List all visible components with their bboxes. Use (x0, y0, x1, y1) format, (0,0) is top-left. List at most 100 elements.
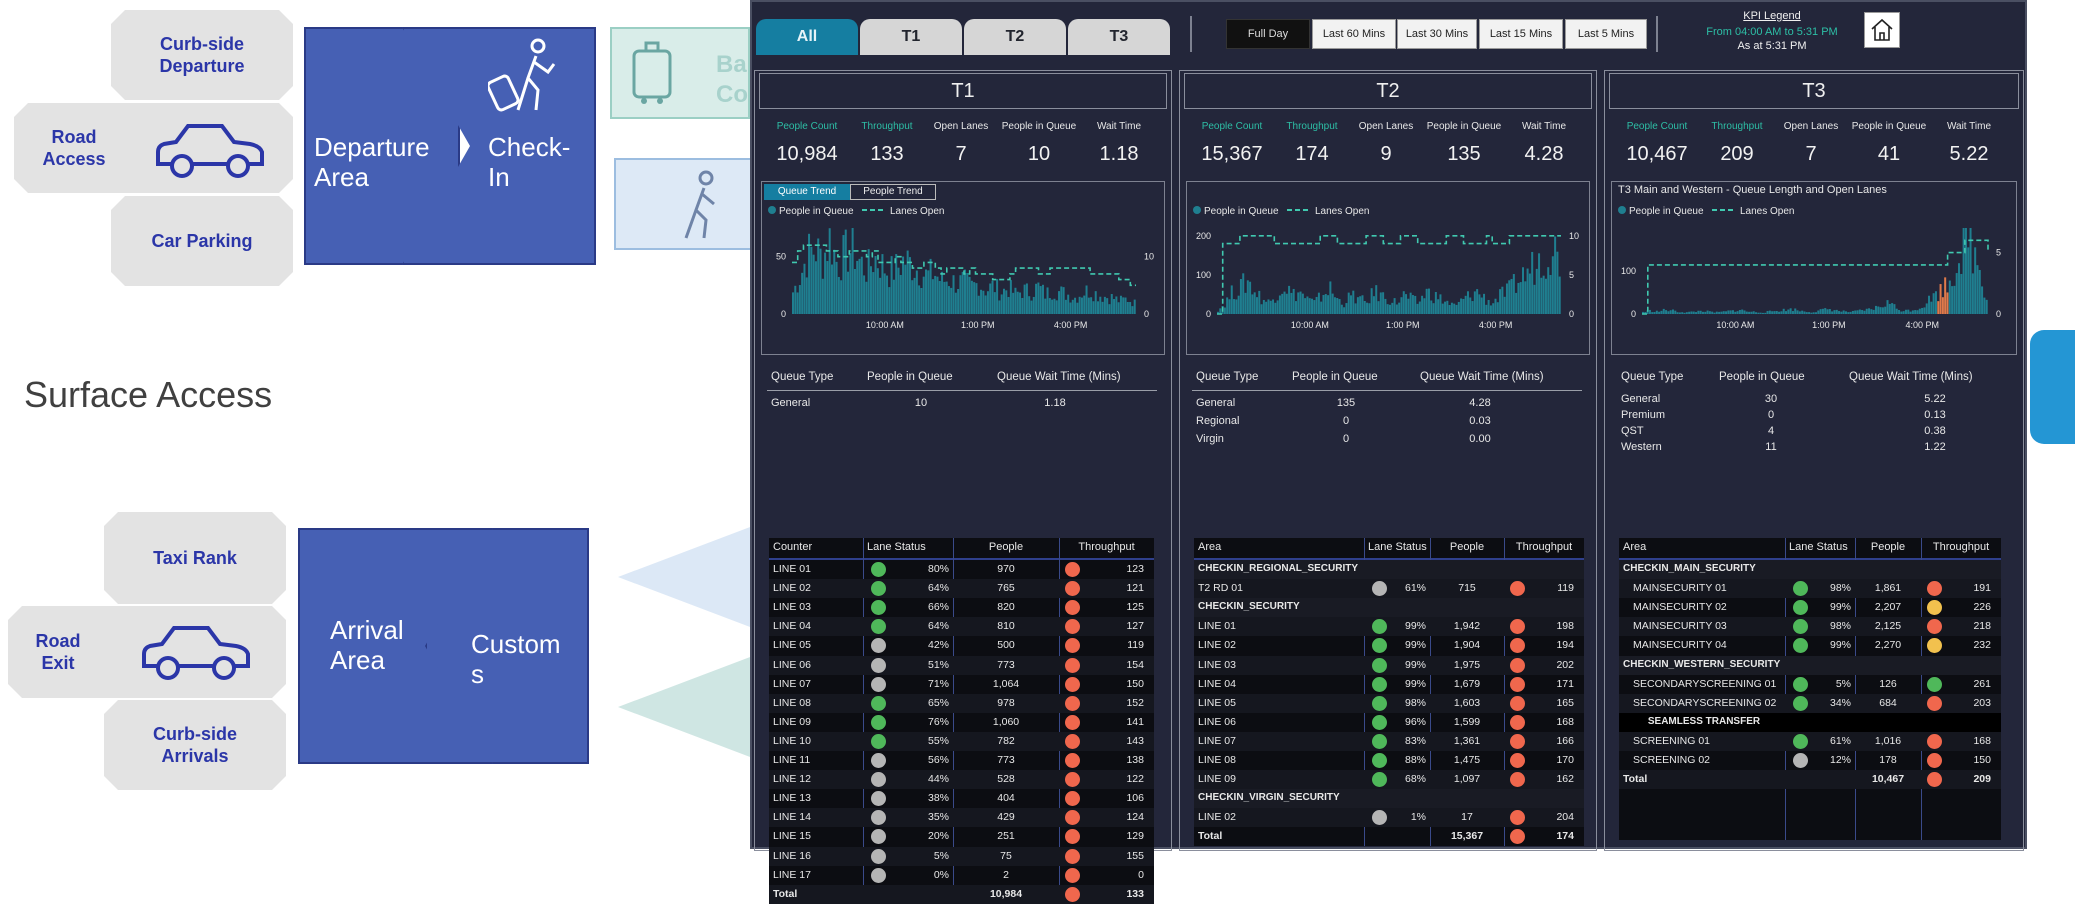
table-row[interactable]: LINE 05 42% 500 119 (769, 636, 1154, 655)
queue-bar (821, 278, 824, 314)
table-total-row[interactable]: Total 10,467 209 (1619, 770, 2001, 790)
queue-bar (1391, 302, 1394, 314)
table-row[interactable]: LINE 04 99% 1,679 171 (1194, 675, 1584, 694)
queue-bar (1434, 292, 1437, 314)
home-button[interactable] (1864, 12, 1900, 48)
lane-status-dot (1793, 638, 1808, 654)
queue-bar (1496, 302, 1499, 314)
queue-bar (1681, 312, 1684, 314)
row-name: Total (773, 887, 798, 900)
queue-bar (1265, 301, 1268, 314)
time-button-last-30[interactable]: Last 30 Mins (1397, 19, 1477, 49)
table-row[interactable]: LINE 10 55% 782 143 (769, 731, 1154, 751)
table-row[interactable]: LINE 08 88% 1,475 170 (1194, 751, 1584, 770)
table-row[interactable]: LINE 03 66% 820 125 (769, 598, 1154, 617)
table-row[interactable]: LINE 11 56% 773 138 (769, 751, 1154, 770)
table-column-header[interactable]: Counter (773, 541, 812, 553)
table-row[interactable]: MAINSECURITY 03 98% 2,125 218 (1619, 617, 2001, 637)
row-name: LINE 14 (773, 811, 811, 824)
table-row[interactable]: MAINSECURITY 02 99% 2,207 226 (1619, 598, 2001, 617)
table-row[interactable]: LINE 02 1% 17 204 (1194, 808, 1584, 828)
table-column-header[interactable]: People (1855, 541, 1921, 553)
table-row[interactable]: LINE 05 98% 1,603 165 (1194, 693, 1584, 713)
time-button-last-60[interactable]: Last 60 Mins (1312, 19, 1396, 49)
table-column-header[interactable]: People (1430, 541, 1504, 553)
table-row[interactable]: LINE 07 83% 1,361 166 (1194, 731, 1584, 751)
queue-bar (1333, 297, 1336, 314)
table-row[interactable]: LINE 01 99% 1,942 198 (1194, 617, 1584, 637)
queue-bar (798, 285, 801, 314)
chart-tab-queue-trend[interactable]: Queue Trend (764, 184, 850, 200)
kpi-legend-link[interactable]: KPI Legend (1672, 10, 1872, 22)
tab-t2[interactable]: T2 (964, 19, 1066, 55)
table-column-header[interactable]: Area (1198, 541, 1221, 553)
table-row[interactable]: LINE 02 64% 765 121 (769, 579, 1154, 599)
table-column-header[interactable]: Throughput (1059, 541, 1154, 553)
queue-bar (1446, 300, 1449, 314)
tab-t1[interactable]: T1 (860, 19, 962, 55)
table-row[interactable]: SECONDARYSCREENING 02 34% 684 203 (1619, 693, 2001, 713)
table-row[interactable]: MAINSECURITY 04 99% 2,270 232 (1619, 636, 2001, 655)
queue-bar (1485, 304, 1488, 314)
queue-bar (837, 276, 840, 314)
table-row[interactable]: LINE 09 68% 1,097 162 (1194, 770, 1584, 790)
table-column-header[interactable]: Area (1623, 541, 1646, 553)
table-column-header[interactable]: Lane Status (1789, 541, 1848, 553)
queue-bar (1402, 291, 1405, 314)
table-row[interactable]: LINE 15 20% 251 129 (769, 827, 1154, 846)
queue-bar (1499, 289, 1502, 314)
table-row[interactable]: LINE 04 64% 810 127 (769, 617, 1154, 637)
table-group-row: CHECKIN_VIRGIN_SECURITY (1194, 789, 1584, 809)
throughput-cell: 166 (1556, 734, 1574, 747)
table-column-header[interactable]: People (953, 541, 1059, 553)
table-row[interactable]: LINE 13 38% 404 106 (769, 789, 1154, 808)
table-column-header[interactable]: Throughput (1921, 541, 2001, 553)
table-row[interactable]: SECONDARYSCREENING 01 5% 126 261 (1619, 675, 2001, 694)
table-row[interactable]: LINE 14 35% 429 124 (769, 808, 1154, 828)
throughput-status-dot (1065, 638, 1080, 654)
throughput-cell: 123 (1126, 563, 1144, 575)
table-total-row[interactable]: Total 15,367 174 (1194, 827, 1584, 846)
table-column-header[interactable]: Lane Status (1368, 541, 1427, 553)
table-row[interactable]: LINE 03 99% 1,975 202 (1194, 655, 1584, 675)
table-total-row[interactable]: Total 10,984 133 (769, 884, 1154, 904)
table-column-header[interactable]: Lane Status (867, 541, 926, 553)
chart-tab-people-trend[interactable]: People Trend (850, 184, 936, 200)
tab-all[interactable]: All (756, 19, 858, 55)
time-button-full-day[interactable]: Full Day (1226, 19, 1310, 49)
lane-status-percent: 99% (1829, 639, 1851, 652)
table-row[interactable]: LINE 12 44% 528 122 (769, 770, 1154, 790)
table-row[interactable]: LINE 09 76% 1,060 141 (769, 713, 1154, 732)
queue-bar (1535, 268, 1538, 314)
table-row[interactable]: SCREENING 02 12% 178 150 (1619, 751, 2001, 770)
table-row[interactable]: LINE 06 96% 1,599 168 (1194, 713, 1584, 732)
queue-bar (1301, 293, 1304, 314)
table-column-header[interactable]: Throughput (1504, 541, 1584, 553)
queue-bar (1386, 304, 1389, 314)
time-button-last-5[interactable]: Last 5 Mins (1565, 19, 1647, 49)
table-row[interactable]: T2 RD 01 61% 715 119 (1194, 579, 1584, 599)
queue-bar (1801, 310, 1804, 314)
queue-bar (1755, 312, 1758, 314)
table-row[interactable]: LINE 07 71% 1,064 150 (769, 675, 1154, 694)
row-name: LINE 02 (1198, 811, 1236, 824)
table-row[interactable]: SCREENING 01 61% 1,016 168 (1619, 731, 2001, 751)
table-row[interactable]: LINE 08 65% 978 152 (769, 693, 1154, 713)
table-row[interactable]: LINE 16 5% 75 155 (769, 846, 1154, 866)
table-row[interactable]: MAINSECURITY 01 98% 1,861 191 (1619, 579, 2001, 599)
table-row[interactable]: LINE 17 0% 2 0 (769, 866, 1154, 885)
table-row[interactable]: LINE 02 99% 1,904 194 (1194, 636, 1584, 655)
queue-bar (1948, 280, 1951, 314)
table-row[interactable]: LINE 06 51% 773 154 (769, 655, 1154, 675)
queue-bar (1012, 292, 1015, 314)
kpi-value: 4.28 (1524, 143, 1564, 165)
time-button-last-15[interactable]: Last 15 Mins (1479, 19, 1563, 49)
table-row[interactable]: LINE 01 80% 970 123 (769, 560, 1154, 579)
throughput-cell: 168 (1973, 734, 1991, 747)
tab-t3[interactable]: T3 (1068, 19, 1170, 55)
throughput-cell: 168 (1556, 715, 1574, 728)
row-name: Total (1198, 830, 1223, 843)
throughput-status-dot (1510, 676, 1525, 692)
queue-bar (1418, 301, 1421, 314)
queue-bar (975, 283, 978, 314)
